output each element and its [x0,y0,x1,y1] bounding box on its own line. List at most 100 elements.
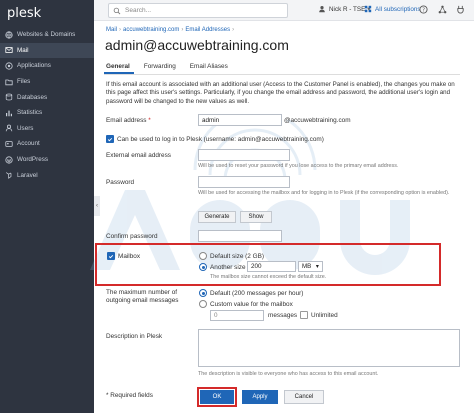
database-icon [5,93,13,101]
sidebar-item-mail[interactable]: Mail [0,42,94,59]
ok-button[interactable]: OK [200,390,234,404]
breadcrumb-item[interactable]: Email Addresses [185,27,230,33]
sidebar-item-applications[interactable]: Applications [0,58,94,74]
default-messages-radio[interactable] [199,289,207,297]
another-size-label: Another size [210,264,246,271]
cancel-button[interactable]: Cancel [284,390,324,404]
sidebar-item-label: Mail [17,46,29,54]
messages-count-input[interactable]: 0 [210,310,264,321]
messages-word: messages [268,312,298,319]
tab-forwarding[interactable]: Forwarding [142,61,180,74]
sidebar-item-databases[interactable]: Databases [0,89,94,105]
generate-password-button[interactable]: Generate [198,211,236,223]
chevron-down-icon: ▾ [315,263,319,270]
check-icon [107,137,113,141]
top-bar: Search... Nick R - TSE ▾ All subscriptio… [94,0,474,21]
unlimited-label: Unlimited [311,312,338,319]
password-input[interactable] [198,176,290,188]
apps-icon [5,62,13,70]
unlimited-checkbox[interactable] [300,311,308,319]
help-icon[interactable]: ? [419,5,428,14]
login-to-plesk-checkbox[interactable] [106,135,114,143]
breadcrumb: Mail › accuwebtraining.com › Email Addresses… [106,27,235,33]
plugin-icon[interactable] [456,5,465,14]
sidebar-item-label: Databases [17,93,48,101]
mailbox-label: Mailbox [118,253,141,260]
search-icon [113,7,121,14]
external-email-hint: Will be used to reset your password if y… [198,163,399,169]
sidebar-item-websites-domains[interactable]: Websites & Domains [0,27,94,43]
sidebar-item-statistics[interactable]: Statistics [0,105,94,121]
login-to-plesk-label: Can be used to log in to Plesk (username… [117,136,324,143]
grid-icon [364,5,372,13]
sidebar-item-label: WordPress [17,156,49,164]
user-icon [5,124,13,132]
sidebar-item-label: Applications [17,62,51,70]
network-icon[interactable] [438,5,447,14]
sidebar-collapse-toggle[interactable]: ‹ [94,196,100,216]
main-content: Mail › accuwebtraining.com › Email Addresses… [95,21,474,413]
password-hint: Will be used for accessing the mailbox a… [198,190,450,196]
max-messages-label: The maximum number of outgoing email mes… [106,289,179,304]
mailbox-size-input[interactable]: 200 [247,261,296,272]
password-label: Password [106,179,135,186]
bar-chart-icon [5,109,13,117]
user-menu[interactable]: Nick R - TSE ▾ [318,5,370,13]
default-size-radio[interactable] [199,252,207,260]
check-icon [108,254,114,258]
sidebar-item-users[interactable]: Users [0,121,94,137]
sidebar-item-wordpress[interactable]: WordPress [0,152,94,168]
tab-general[interactable]: General [104,61,134,74]
envelope-icon [5,46,13,54]
email-local-part-input[interactable]: admin [198,114,282,126]
apply-button[interactable]: Apply [242,390,278,404]
required-fields-note: * Required fields [106,392,153,399]
sidebar-item-label: Users [17,124,34,132]
custom-messages-radio[interactable] [199,300,207,308]
sidebar-item-label: Account [17,140,40,148]
sidebar-item-label: Websites & Domains [17,31,76,39]
laravel-icon [5,171,13,180]
intro-text: If this email account is associated with… [106,81,455,105]
id-card-icon [5,140,13,148]
breadcrumb-item[interactable]: Mail [106,27,117,33]
external-email-label: External email address [106,152,172,159]
tab-bar: General Forwarding Email Aliases [104,61,460,75]
mailbox-checkbox[interactable] [107,252,115,260]
user-icon [319,6,325,13]
default-size-label: Default size (2 GB) [210,253,264,260]
size-unit-value: MB [302,263,312,270]
external-email-input[interactable] [198,149,290,161]
email-address-label: Email address * [106,117,151,124]
mailbox-size-hint: The mailbox size cannot exceed the defau… [210,274,327,280]
subscriptions-label: All subscriptions [375,5,421,13]
required-mark: * [148,117,151,124]
sidebar: plesk Websites & Domains Mail Applicatio… [0,0,94,413]
sidebar-item-files[interactable]: Files [0,74,94,90]
breadcrumb-item[interactable]: accuwebtraining.com [123,27,179,33]
sidebar-item-account[interactable]: Account [0,136,94,152]
page-title: admin@accuwebtraining.com [105,37,289,53]
show-password-button[interactable]: Show [240,211,272,223]
plesk-logo[interactable]: plesk [0,0,94,27]
user-name: Nick R - TSE [329,5,366,13]
sidebar-item-laravel[interactable]: Laravel [0,167,94,183]
search-placeholder: Search... [125,7,152,14]
sidebar-item-label: Files [17,78,31,86]
folder-icon [5,78,13,86]
email-domain: @accuwebtraining.com [284,117,351,124]
search-input[interactable]: Search... [108,3,288,18]
default-messages-label: Default (200 messages per hour) [210,290,304,297]
description-label: Description in Plesk [106,333,163,340]
svg-text:?: ? [422,7,425,13]
confirm-password-label: Confirm password [106,233,158,240]
description-textarea[interactable] [198,329,460,367]
tab-email-aliases[interactable]: Email Aliases [188,61,232,74]
wordpress-icon [5,155,13,164]
subscriptions-selector[interactable]: All subscriptions [364,5,421,13]
size-unit-select[interactable]: MB ▾ [298,261,323,272]
sidebar-item-label: Statistics [17,109,43,117]
confirm-password-input[interactable] [198,230,282,242]
another-size-radio[interactable] [199,263,207,271]
sidebar-item-label: Laravel [17,171,38,179]
